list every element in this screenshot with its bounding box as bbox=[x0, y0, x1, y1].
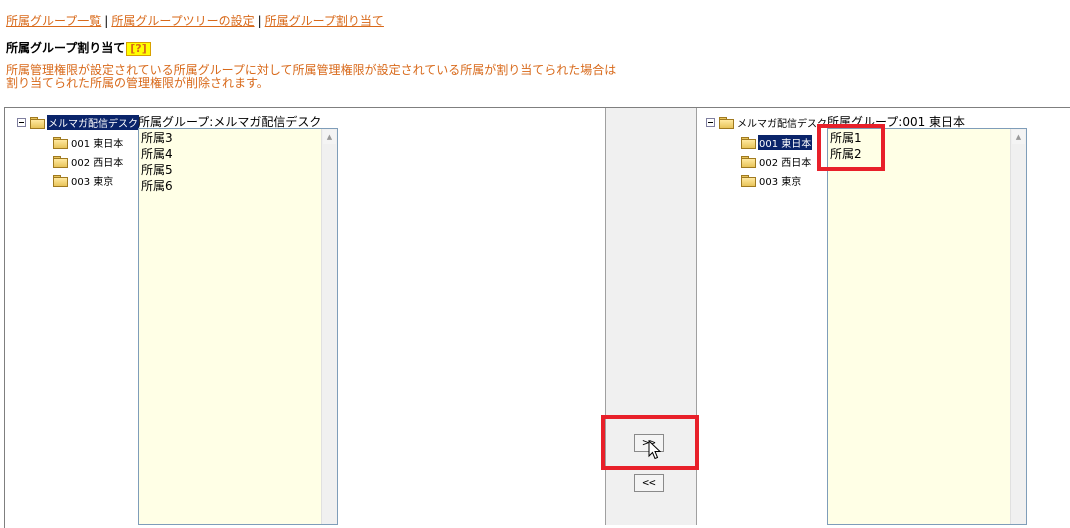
list-item[interactable]: 所属3 bbox=[141, 130, 173, 146]
right-tree-root-label[interactable]: メルマガ配信デスク bbox=[736, 115, 828, 130]
left-list-items: 所属3 所属4 所属5 所属6 bbox=[141, 130, 173, 194]
folder-icon bbox=[53, 156, 68, 168]
scroll-up-arrow-icon[interactable]: ▲ bbox=[1012, 130, 1025, 144]
left-tree-root-label[interactable]: メルマガ配信デスク bbox=[47, 115, 139, 130]
nav-link-group-tree-settings[interactable]: 所属グループツリーの設定 bbox=[111, 14, 254, 28]
left-tree-item-label[interactable]: 002 西日本 bbox=[70, 154, 124, 169]
left-tree-item-tokyo[interactable]: 003 東京 bbox=[53, 173, 114, 188]
nav-separator: | bbox=[257, 14, 262, 28]
help-icon[interactable]: [?] bbox=[126, 42, 151, 56]
right-tree-item-label[interactable]: 002 西日本 bbox=[758, 154, 812, 169]
right-tree-root[interactable]: メルマガ配信デスク bbox=[706, 115, 828, 130]
left-tree-item-label[interactable]: 003 東京 bbox=[70, 173, 114, 188]
assign-button-highlight bbox=[601, 415, 699, 470]
left-tree-item-west[interactable]: 002 西日本 bbox=[53, 154, 124, 169]
right-tree-item-east[interactable]: 001 東日本 bbox=[741, 135, 813, 150]
folder-icon bbox=[741, 137, 756, 149]
nav-separator: | bbox=[104, 14, 109, 28]
folder-icon bbox=[53, 137, 68, 149]
scroll-up-arrow-icon[interactable]: ▲ bbox=[323, 130, 336, 144]
left-tree-item-label[interactable]: 001 東日本 bbox=[70, 135, 124, 150]
list-item[interactable]: 所属5 bbox=[141, 162, 173, 178]
right-tree-item-label[interactable]: 003 東京 bbox=[758, 173, 802, 188]
assigned-items-highlight bbox=[817, 124, 885, 171]
warning-notice: 所属管理権限が設定されている所属グループに対して所属管理権限が設定されている所属… bbox=[6, 63, 617, 90]
page-title-text: 所属グループ割り当て bbox=[6, 41, 126, 55]
right-tree-item-west[interactable]: 002 西日本 bbox=[741, 154, 812, 169]
nav-link-group-list[interactable]: 所属グループ一覧 bbox=[6, 14, 101, 28]
left-tree-root[interactable]: メルマガ配信デスク bbox=[17, 115, 139, 130]
collapse-icon[interactable] bbox=[706, 118, 715, 127]
list-item[interactable]: 所属4 bbox=[141, 146, 173, 162]
left-affiliation-listbox[interactable]: 所属3 所属4 所属5 所属6 ▲ bbox=[138, 128, 338, 525]
right-tree-item-label[interactable]: 001 東日本 bbox=[758, 135, 813, 150]
left-list-scrollbar[interactable]: ▲ bbox=[321, 129, 337, 524]
breadcrumb-nav: 所属グループ一覧 | 所属グループツリーの設定 | 所属グループ割り当て bbox=[6, 12, 384, 29]
page-title: 所属グループ割り当て [?] bbox=[6, 39, 151, 56]
folder-icon bbox=[30, 117, 45, 129]
right-tree-item-tokyo[interactable]: 003 東京 bbox=[741, 173, 802, 188]
folder-icon bbox=[741, 175, 756, 187]
right-affiliation-listbox[interactable]: 所属1 所属2 ▲ bbox=[827, 128, 1027, 525]
list-item[interactable]: 所属6 bbox=[141, 178, 173, 194]
folder-icon bbox=[719, 117, 734, 129]
remove-button[interactable]: << bbox=[634, 474, 664, 492]
right-list-scrollbar[interactable]: ▲ bbox=[1010, 129, 1026, 524]
nav-link-group-assignment[interactable]: 所属グループ割り当て bbox=[265, 14, 384, 28]
folder-icon bbox=[741, 156, 756, 168]
folder-icon bbox=[53, 175, 68, 187]
collapse-icon[interactable] bbox=[17, 118, 26, 127]
left-tree-item-east[interactable]: 001 東日本 bbox=[53, 135, 124, 150]
